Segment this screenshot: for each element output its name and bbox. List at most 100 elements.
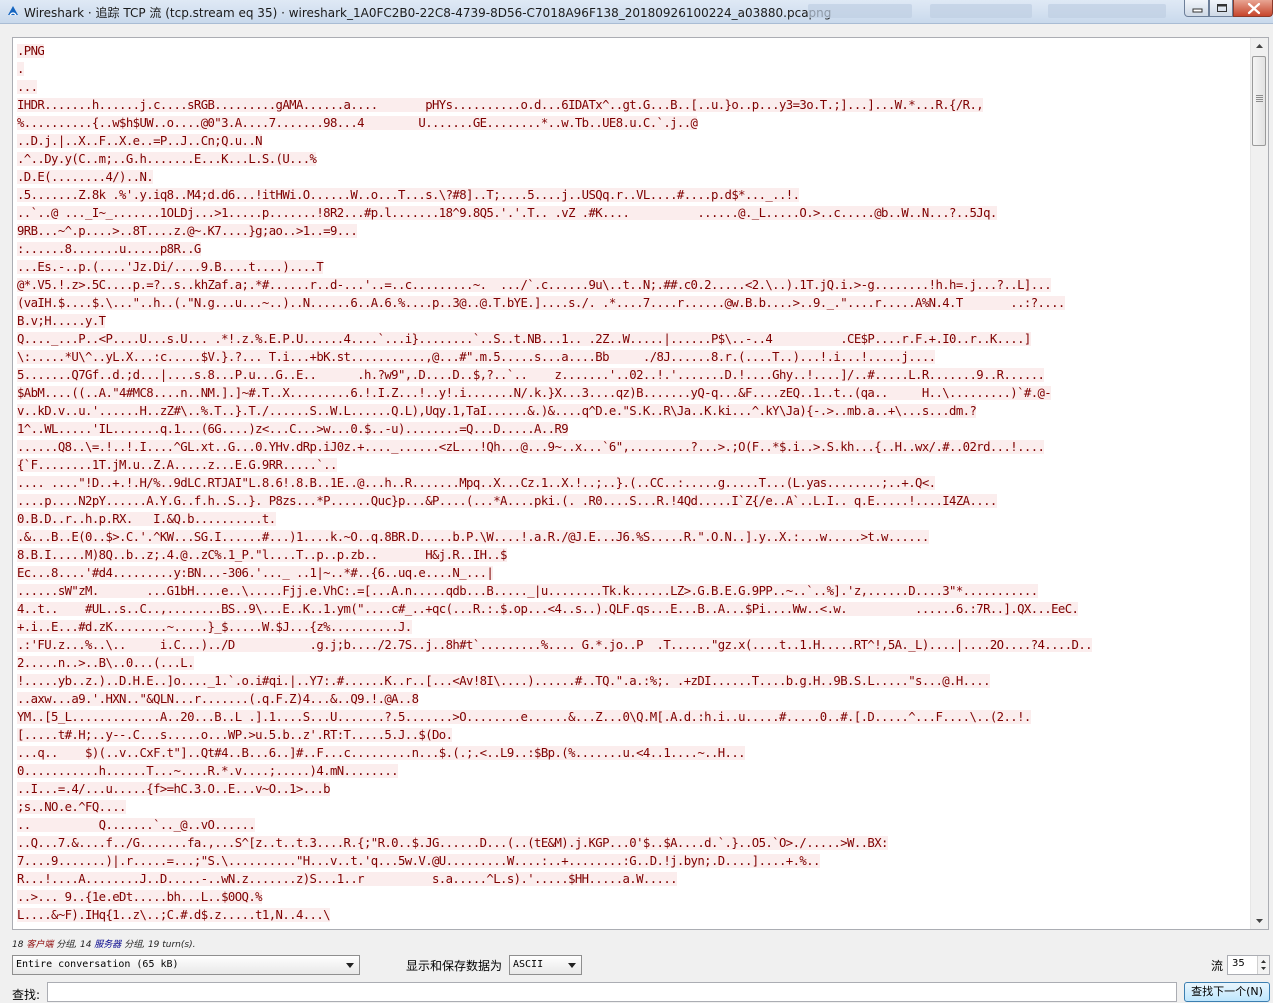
stream-line-text: IHDR.......h......j.c....sRGB.........gA… — [17, 98, 984, 112]
stream-line-text: 1^..WL.....'IL.......q.1...(6G....)z<...… — [17, 422, 569, 436]
format-select[interactable]: ASCII — [509, 955, 582, 975]
stream-line: 9RB...~^.p....>..8T....z.@~.K7....}g;ao.… — [17, 222, 1249, 240]
stream-line-text: YM..[5_L.............A..20...B..L .].1..… — [17, 710, 1031, 724]
stream-line: ......sW"zM. ...G1bH....e..\.....Fjj.e.V… — [17, 582, 1249, 600]
stream-line: ;s..NO.e.^FQ.... — [17, 798, 1249, 816]
stream-line: ..I...=.4/...u.....{f>=hC.3.O..E...v~O..… — [17, 780, 1249, 798]
find-input[interactable] — [47, 982, 1177, 1002]
stream-line: %..........{..w$h$UW..o....@0"3.A....7..… — [17, 114, 1249, 132]
stream-line-text: +.i..E...#d.zK........~.....}_$.....W.$J… — [17, 620, 412, 634]
stream-line-text: v..kD.v..u.'......H..zZ#\..%.T..}.T./...… — [17, 404, 977, 418]
find-next-button[interactable]: 查找下一个(N) — [1184, 982, 1270, 1002]
stream-number-spinbox[interactable]: 35 — [1227, 955, 1270, 975]
stream-line: !.....yb..z.)..D.H.E..]o...._1.`.o.i#qi.… — [17, 672, 1249, 690]
grip-icon — [1256, 95, 1263, 102]
stream-line-text: ...q.. $)(..v..CxF.t"]..Qt#4..B...6..]#.… — [17, 746, 746, 760]
client-packet-count: 18 — [12, 940, 24, 950]
stream-line-text: .PNG — [17, 44, 45, 58]
spin-buttons[interactable] — [1257, 956, 1269, 974]
save-as-label: 显示和保存数据为 — [406, 959, 503, 973]
stream-line: \:.....*U\^..yL.X...:c.....$V.}.?... T.i… — [17, 348, 1249, 366]
stream-line-text: ......sW"zM. ...G1bH....e..\.....Fjj.e.V… — [17, 584, 1038, 598]
stream-line: B.v;H.....y.T — [17, 312, 1249, 330]
stream-line: .^..Dy.y(C..m;..G.h.......E...K...L.S.(U… — [17, 150, 1249, 168]
stream-line-text: L....&~F).IHq{1..z\..;C.#.d$.z.....t1,N.… — [17, 908, 331, 922]
stream-line-text: 5.......Q7Gf..d.;d...|....s.8...P.u...G.… — [17, 368, 1045, 382]
stream-line: .. Q.......`.._@..vO...... — [17, 816, 1249, 834]
stream-line: ..Q...7.&....f../G.......fa.,...S^[z..t.… — [17, 834, 1249, 852]
stream-line: ... — [17, 78, 1249, 96]
stream-line: .&...B..E(0..$>.C.'.^KW...SG.I......#...… — [17, 528, 1249, 546]
stream-line: [.....t#.H;..y--.C...s.....o...WP.>u.5.b… — [17, 726, 1249, 744]
stream-line: $AbM....((..A."4#MC8....n..NM.].]~#.T..X… — [17, 384, 1249, 402]
stream-line-text: ..>... 9..{1e.eDt.....bh...L..$0OQ.% — [17, 890, 263, 904]
stream-line-text: ...Es.-..p.(....'Jz.Di/....9.B....t....)… — [17, 260, 324, 274]
stream-line-text: ..`..@ ..._I~_.......1OLDj...>1.....p...… — [17, 206, 997, 220]
stream-line: ...Es.-..p.(....'Jz.Di/....9.B....t....)… — [17, 258, 1249, 276]
maximize-icon — [1217, 4, 1227, 12]
stream-line-text: \:.....*U\^..yL.X...:c.....$V.}.?... T.i… — [17, 350, 936, 364]
stream-line: L....&~F).IHq{1..z\..;C.#.d$.z.....t1,N.… — [17, 906, 1249, 924]
stream-line-text: 0.B.D..r..h.p.RX. I.&Q.b..........t. — [17, 512, 276, 526]
packet-stats: 18 客户端 分组, 14 服务器 分组, 19 turn(s). — [12, 937, 195, 950]
stream-line-text: 7....9.......)|.r.....=...;"S.\.........… — [17, 854, 820, 868]
conversation-select[interactable]: Entire conversation (65 kB) — [12, 955, 360, 975]
window-title: Wireshark · 追踪 TCP 流 (tcp.stream eq 35) … — [24, 6, 832, 20]
stream-line: 8.B.I.....M)8Q..b..z;.4.@..zC%.1_P."l...… — [17, 546, 1249, 564]
stream-line: v..kD.v..u.'......H..zZ#\..%.T..}.T./...… — [17, 402, 1249, 420]
server-label: 服务器 — [94, 940, 122, 950]
packets-label: 分组, — [124, 940, 146, 950]
stream-line-text: .. Q.......`.._@..vO...... — [17, 818, 256, 832]
stream-line-text: ..D.j.|..X..F..X.e..=P..J..Cn;Q.u..N — [17, 134, 263, 148]
format-select-value: ASCII — [513, 959, 544, 970]
stream-line-text: !.....yb..z.)..D.H.E..]o...._1.`.o.i#qi.… — [17, 674, 990, 688]
stream-line: ..axw...a9.'.HXN.."&QLN...r.......(.q.F.… — [17, 690, 1249, 708]
find-label: 查找: — [12, 988, 41, 1002]
stream-line: . — [17, 60, 1249, 78]
stream-line-text: 9RB...~^.p....>..8T....z.@~.K7....}g;ao.… — [17, 224, 358, 238]
vertical-scrollbar[interactable] — [1250, 38, 1268, 929]
stream-content-pane[interactable]: .PNG.... IHDR.......h......j.c....sRGB...… — [12, 37, 1269, 930]
stream-line-text: ;s..NO.e.^FQ.... — [17, 800, 126, 814]
stream-line-text: 2.....n..>..B\..0...(...L. — [17, 656, 194, 670]
stream-label: 流 — [1211, 959, 1224, 973]
packets-label: 分组, — [56, 940, 78, 950]
spin-arrows-icon — [1261, 960, 1266, 970]
maximize-button[interactable] — [1209, 0, 1233, 17]
stream-text[interactable]: .PNG.... IHDR.......h......j.c....sRGB...… — [17, 42, 1249, 927]
stream-line: 2.....n..>..B\..0...(...L. — [17, 654, 1249, 672]
stream-line: Ec...8....'#d4.........y:BN...-306.'..._… — [17, 564, 1249, 582]
minimize-button[interactable] — [1184, 0, 1209, 17]
stream-number-value: 35 — [1232, 958, 1245, 969]
stream-line-text: %..........{..w$h$UW..o....@0"3.A....7..… — [17, 116, 698, 130]
minimize-icon — [1192, 8, 1203, 13]
stream-line-text: [.....t#.H;..y--.C...s.....o...WP.>u.5.b… — [17, 728, 453, 742]
stream-line: .D.E(........4/)..N. — [17, 168, 1249, 186]
stream-line-text: @*.V5.!.z>.5C....p.=?..s..khZaf.a;.*#...… — [17, 278, 1052, 292]
stream-line-text: .5.......Z.8k .%'.y.iq8..M4;d.d6...!itHW… — [17, 188, 800, 202]
scroll-thumb[interactable] — [1252, 56, 1266, 146]
stream-line-text: .&...B..E(0..$>.C.'.^KW...SG.I......#...… — [17, 530, 929, 544]
stream-line: ..`..@ ..._I~_.......1OLDj...>1.....p...… — [17, 204, 1249, 222]
scroll-down-button[interactable] — [1251, 912, 1268, 929]
conversation-select-value: Entire conversation (65 kB) — [16, 959, 179, 970]
scroll-up-button[interactable] — [1251, 38, 1268, 55]
chevron-down-icon — [346, 963, 354, 968]
background-window-tab — [808, 4, 912, 18]
title-bar[interactable]: Wireshark · 追踪 TCP 流 (tcp.stream eq 35) … — [0, 0, 1273, 24]
stream-line-text: ..Q...7.&....f../G.......fa.,...S^[z..t.… — [17, 836, 888, 850]
stream-line: 0.B.D..r..h.p.RX. I.&Q.b..........t. — [17, 510, 1249, 528]
close-button[interactable] — [1233, 0, 1273, 17]
wireshark-app-icon — [6, 4, 20, 18]
stream-line-text: .^..Dy.y(C..m;..G.h.......E...K...L.S.(U… — [17, 152, 317, 166]
stream-line-text: :......8.......u.....p8R..G — [17, 242, 201, 256]
stream-line-text: 4..t.. #UL..s..C..,........BS..9\...E..K… — [17, 602, 1079, 616]
stream-line: @*.V5.!.z>.5C....p.=?..s..khZaf.a;.*#...… — [17, 276, 1249, 294]
stream-line-text: ..axw...a9.'.HXN.."&QLN...r.......(.q.F.… — [17, 692, 419, 706]
stream-line-text: . — [17, 62, 24, 76]
stream-line-text: Ec...8....'#d4.........y:BN...-306.'..._… — [17, 566, 494, 580]
stream-line-text: .... ...."!D..+.!.H/%..9dLC.RTJAI"L.8.6!… — [17, 476, 936, 490]
stream-line: 0...........h......T...~....R.*.v....;..… — [17, 762, 1249, 780]
stream-line-text: Q...._...P..<P....U...s.U... .*!.z.%.E.P… — [17, 332, 1031, 346]
stream-line: ..D.j.|..X..F..X.e..=P..J..Cn;Q.u..N — [17, 132, 1249, 150]
